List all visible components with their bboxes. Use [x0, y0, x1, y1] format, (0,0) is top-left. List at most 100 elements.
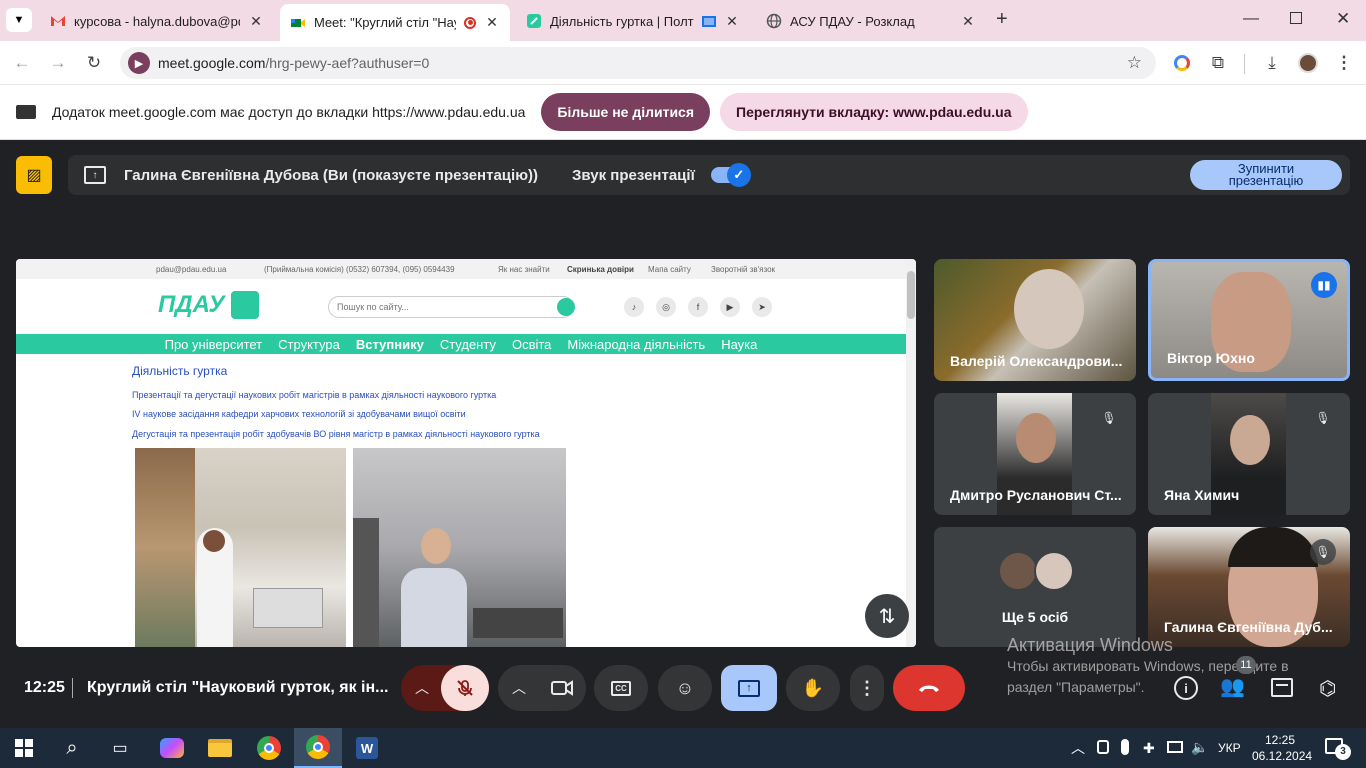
raise-hand-button[interactable]: ✋	[786, 665, 840, 711]
no-camera-indicator-icon: ▨	[16, 156, 52, 194]
site-link: IV наукове засідання кафедри харчових те…	[132, 409, 466, 419]
profile-avatar[interactable]	[1298, 53, 1318, 73]
site-search-input: Пошук по сайту...	[328, 296, 574, 318]
chevron-up-icon: ︿	[512, 680, 526, 696]
extensions-icon[interactable]: ⧉	[1208, 53, 1228, 73]
participant-tile-self[interactable]: 🎙 Галина Євгеніївна Дуб...	[1148, 527, 1350, 647]
presentation-audio-toggle[interactable]: ✓	[710, 163, 751, 187]
windows-logo-icon	[15, 739, 33, 757]
chevron-down-icon: ▼	[13, 14, 25, 26]
activities-button[interactable]: ⌬	[1319, 676, 1336, 701]
site-link: Презентації та дегустації наукових робіт…	[132, 390, 497, 400]
close-icon[interactable]: ✕	[724, 13, 740, 30]
url-path: /hrg-pewy-aef?authuser=0	[265, 55, 430, 71]
site-link-find: Як нас знайти	[498, 265, 550, 274]
close-icon[interactable]: ✕	[960, 13, 976, 30]
present-screen-icon: ↑	[738, 679, 760, 697]
tab-title: АСУ ПДАУ - Розклад	[790, 13, 915, 29]
divider	[72, 678, 73, 698]
mic-off-icon: 🎙	[1310, 539, 1336, 565]
taskbar-chrome-profile-active[interactable]	[294, 728, 342, 768]
task-view-button[interactable]: ▭	[96, 728, 144, 768]
url-domain: meet.google.com	[158, 55, 266, 71]
youtube-icon: ▶	[720, 297, 740, 317]
people-button[interactable]: 👥 11	[1220, 656, 1256, 702]
more-options-button[interactable]: ⋮	[850, 665, 884, 711]
tray-chevron-icon[interactable]: ︿	[1071, 738, 1085, 758]
reactions-button[interactable]: ☺	[658, 665, 712, 711]
stop-label-line2: презентацію	[1228, 173, 1304, 188]
people-icon: 👥	[1220, 676, 1245, 698]
chrome-icon	[257, 736, 281, 760]
browser-toolbar: ← → ↻ ▶ meet.google.com/hrg-pewy-aef?aut…	[0, 41, 1366, 85]
notification-center-button[interactable]: 3	[1325, 738, 1351, 760]
captions-button[interactable]: CC	[594, 665, 648, 711]
taskbar-explorer[interactable]	[196, 728, 244, 768]
participant-tile[interactable]: Валерій Олександрови...	[934, 259, 1136, 381]
tab-gmail[interactable]: курсова - halyna.dubova@pdau ✕	[40, 6, 274, 36]
site-email: pdau@pdau.edu.ua	[156, 265, 227, 274]
tab-title: курсова - halyna.dubova@pdau	[74, 13, 240, 29]
camera-toggle-button[interactable]	[538, 665, 586, 711]
taskbar-chrome[interactable]	[245, 728, 293, 768]
task-view-icon: ▭	[112, 740, 128, 757]
participant-name: Віктор Юхно	[1167, 350, 1255, 366]
scrollbar[interactable]	[906, 259, 916, 647]
present-button[interactable]: ↑	[721, 665, 777, 711]
stop-sharing-button[interactable]: Більше не ділитися	[541, 93, 711, 131]
copilot-icon	[160, 738, 184, 758]
people-count-badge: 11	[1236, 656, 1256, 674]
tray-date: 06.12.2024	[1252, 749, 1313, 763]
search-icon: ⌕	[66, 736, 78, 759]
minimize-button[interactable]: —	[1243, 10, 1259, 28]
participant-tile-active-speaker[interactable]: ▮▮ Віктор Юхно	[1148, 259, 1350, 381]
download-icon[interactable]: ⤓	[1262, 53, 1282, 73]
captions-icon: CC	[611, 680, 631, 696]
menu-kebab-icon[interactable]: ⋮	[1334, 53, 1354, 73]
checkmark-icon: ✓	[726, 163, 751, 187]
close-window-button[interactable]: ✕	[1336, 9, 1350, 29]
leave-call-button[interactable]	[893, 665, 965, 711]
close-icon[interactable]: ✕	[484, 14, 500, 31]
start-button[interactable]	[0, 728, 48, 768]
forward-button[interactable]: →	[48, 53, 68, 73]
chat-button[interactable]	[1271, 678, 1293, 697]
tray-volume-icon[interactable]: 🔈	[1191, 739, 1208, 756]
tab-meet[interactable]: Meet: "Круглий стіл "Наукові ✕	[280, 4, 510, 41]
more-participants-tile[interactable]: Ще 5 осіб	[934, 527, 1136, 647]
view-tab-button[interactable]: Переглянути вкладку: www.pdau.edu.ua	[720, 93, 1028, 131]
tray-clock[interactable]: 12:25 06.12.2024	[1252, 732, 1313, 764]
taskbar-search-button[interactable]: ⌕	[48, 728, 96, 768]
meeting-info-button[interactable]: i	[1174, 676, 1198, 700]
participant-tile[interactable]: 🎙 Дмитро Русланович Ст...	[934, 393, 1136, 515]
taskbar-copilot[interactable]	[148, 728, 196, 768]
bookmark-star-icon[interactable]: ☆	[1127, 53, 1142, 73]
avatar	[1000, 553, 1036, 589]
chrome-lens-icon[interactable]	[1174, 55, 1190, 71]
stop-presenting-button[interactable]: Зупинити презентацію	[1190, 160, 1342, 190]
globe-icon	[766, 13, 782, 29]
reload-button[interactable]: ↻	[84, 53, 104, 73]
participant-tile[interactable]: 🎙 Яна Химич	[1148, 393, 1350, 515]
tab-share-infobar: Додаток meet.google.com має доступ до вк…	[0, 85, 1366, 140]
tab-search-button[interactable]: ▼	[6, 8, 32, 32]
participant-name: Дмитро Русланович Ст...	[950, 487, 1122, 503]
close-icon[interactable]: ✕	[248, 13, 264, 30]
divider	[1244, 54, 1245, 74]
swap-arrows-button[interactable]: ⇅	[865, 594, 909, 638]
meet-icon	[291, 18, 305, 27]
restore-button[interactable]	[1290, 12, 1302, 24]
tray-language[interactable]: УКР	[1218, 741, 1241, 755]
tab-pdau[interactable]: Діяльність гуртка | Полтавсь ✕	[516, 6, 750, 36]
site-search-icon	[557, 298, 575, 316]
tab-asu[interactable]: АСУ ПДАУ - Розклад ✕	[756, 6, 986, 36]
mic-off-icon: 🎙	[1096, 405, 1122, 431]
mic-toggle-button[interactable]	[441, 665, 489, 711]
back-button[interactable]: ←	[12, 53, 32, 73]
address-bar[interactable]: ▶ meet.google.com/hrg-pewy-aef?authuser=…	[120, 47, 1156, 79]
tray-network-icon[interactable]	[1167, 741, 1183, 753]
share-message: Додаток meet.google.com має доступ до вк…	[52, 104, 526, 120]
taskbar-word[interactable]: W	[343, 728, 391, 768]
emoji-icon: ☺	[675, 677, 695, 698]
new-tab-button[interactable]: +	[996, 8, 1008, 31]
